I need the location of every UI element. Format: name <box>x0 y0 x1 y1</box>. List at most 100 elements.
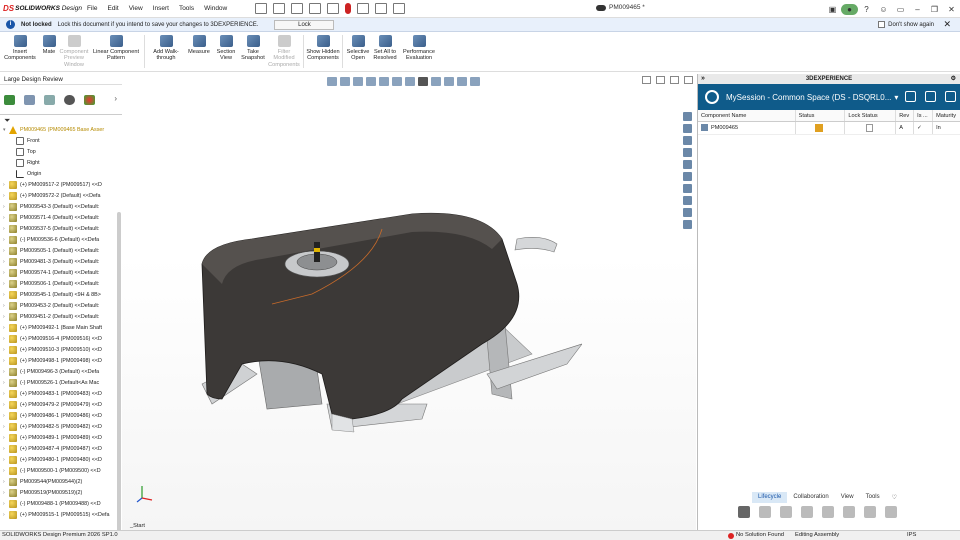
tree-item[interactable]: › PM009481-3 (Default) <<Default: <box>0 256 118 267</box>
tree-item[interactable]: › PM009574-1 (Default) <<Default: <box>0 267 118 278</box>
menu-icon[interactable] <box>945 91 956 102</box>
panel-settings-icon[interactable]: ⚙ <box>951 74 956 84</box>
tree-item[interactable]: › (-) PM009488-1 (PM009488) <<D <box>0 498 118 509</box>
session-selector[interactable]: MySession - Common Space (DS - DSQRL0... <box>726 93 891 102</box>
display-tab-icon[interactable] <box>84 94 95 105</box>
minimize-icon[interactable]: – <box>909 5 926 14</box>
tag-icon[interactable] <box>925 91 936 102</box>
tree-item[interactable]: › PM009506-1 (Default) <<Default: <box>0 278 118 289</box>
dynamic-annotation-icon[interactable] <box>379 77 389 86</box>
tree-item[interactable]: › PM009451-2 (Default) <<Default: <box>0 311 118 322</box>
tree-item[interactable]: › PM009519(PM009519)(2) <box>0 487 118 498</box>
featuremanager-tab-icon[interactable] <box>4 94 15 105</box>
tab-collaboration[interactable]: Collaboration <box>787 492 834 503</box>
tree-item[interactable]: › (+) PM009517-2 (PM009517) <<D <box>0 179 118 190</box>
design-library-icon[interactable] <box>683 124 692 133</box>
help-icon[interactable]: ? <box>858 5 875 14</box>
close-window-icon[interactable]: ✕ <box>943 5 960 14</box>
tree-item[interactable]: › PM009537-5 (Default) <<Default: <box>0 223 118 234</box>
lifecycle-open-icon[interactable] <box>738 506 750 518</box>
col-is[interactable]: Is ... <box>914 110 934 121</box>
measure-button[interactable]: Measure <box>185 32 213 71</box>
lifecycle-lock-icon[interactable] <box>822 506 834 518</box>
lifecycle-tree-icon[interactable] <box>843 506 855 518</box>
units-selector[interactable]: IPS <box>907 531 916 540</box>
new-document-icon[interactable] <box>291 3 304 14</box>
tree-item[interactable]: Top <box>0 146 118 157</box>
menu-view[interactable]: View <box>124 5 148 12</box>
notice-close-icon[interactable]: ✕ <box>943 19 951 30</box>
user-avatar[interactable]: ● <box>841 3 858 15</box>
lock-button[interactable]: Lock <box>274 19 335 30</box>
dont-show-again[interactable]: Don't show again <box>878 21 934 28</box>
viewport-tile-icon[interactable] <box>656 76 665 84</box>
tree-item[interactable]: › (+) PM009510-3 (PM009510) <<D <box>0 344 118 355</box>
configuration-tab-icon[interactable] <box>44 94 55 105</box>
layout-icon[interactable]: ▭ <box>892 5 909 14</box>
tree-item[interactable]: › (-) PM009500-1 (PM009500) <<D <box>0 465 118 476</box>
table-row[interactable]: PM009465 A ✓ In <box>698 122 960 135</box>
lifecycle-save-icon[interactable] <box>759 506 771 518</box>
select-icon[interactable] <box>393 3 406 14</box>
tree-item[interactable]: › PM009544(PM009544)(2) <box>0 476 118 487</box>
tree-item[interactable]: › (+) PM009479-2 (PM009479) <<D <box>0 399 118 410</box>
section-view-button[interactable]: Section View <box>213 32 239 71</box>
heart-icon[interactable]: ♡ <box>886 492 903 503</box>
dont-show-checkbox[interactable] <box>878 21 886 28</box>
graphics-area[interactable]: _Start <box>122 74 696 530</box>
previous-view-icon[interactable] <box>353 77 363 86</box>
tab-tools[interactable]: Tools <box>860 492 886 503</box>
3dexperience-logo-icon[interactable] <box>705 90 719 104</box>
take-snapshot-button[interactable]: Take Snapshot <box>239 32 267 71</box>
tree-item[interactable]: › PM009543-3 (Default) <<Default: <box>0 201 118 212</box>
tree-scrollbar[interactable] <box>117 212 121 540</box>
section-view-icon[interactable] <box>366 77 376 86</box>
dimxpert-tab-icon[interactable] <box>64 94 75 105</box>
restore-icon[interactable]: ❐ <box>926 5 943 14</box>
tree-item[interactable]: › PM009545-1 (Default) <9H & 8B> <box>0 289 118 300</box>
tree-item[interactable]: Front <box>0 135 118 146</box>
view-orientation-icon[interactable] <box>392 77 402 86</box>
edit-appearance-icon[interactable] <box>431 77 441 86</box>
tree-item[interactable]: › (-) PM009496-3 (Default) <<Defa <box>0 366 118 377</box>
tree-item[interactable]: › (+) PM009516-4 (PM009516) <<D <box>0 333 118 344</box>
tree-item[interactable]: › (+) PM009515-1 (PM009515) <<Defa <box>0 509 118 520</box>
zoom-area-icon[interactable] <box>340 77 350 86</box>
lifecycle-settings-icon[interactable] <box>885 506 897 518</box>
tree-item[interactable]: Right <box>0 157 118 168</box>
monitor-icon[interactable] <box>470 77 480 86</box>
menu-file[interactable]: File <box>82 5 102 12</box>
tab-view[interactable]: View <box>835 492 860 503</box>
tree-item[interactable]: › (+) PM009487-4 (PM009487) <<D <box>0 443 118 454</box>
marketplace-icon[interactable] <box>683 220 692 229</box>
tree-item[interactable]: › (+) PM009486-1 (PM009486) <<D <box>0 410 118 421</box>
tree-item[interactable]: › (-) PM009526-1 (Default<As Mac <box>0 377 118 388</box>
3dexperience-tab-icon[interactable] <box>683 112 692 121</box>
solution-status[interactable]: No Solution Found <box>728 531 784 540</box>
insert-components-button[interactable]: Insert Components <box>0 32 40 71</box>
tab-lifecycle[interactable]: Lifecycle <box>752 492 788 503</box>
menu-edit[interactable]: Edit <box>102 5 123 12</box>
open-icon[interactable] <box>309 3 322 14</box>
lifecycle-structure-icon[interactable] <box>864 506 876 518</box>
mate-button[interactable]: Mate <box>40 32 58 71</box>
filter-modified-button[interactable]: Filter Modified Components <box>267 32 301 71</box>
lifecycle-refresh-icon[interactable] <box>801 506 813 518</box>
tree-item[interactable]: › (+) PM009480-1 (PM009480) <<D <box>0 454 118 465</box>
viewport-maximize-icon[interactable] <box>670 76 679 84</box>
menu-insert[interactable]: Insert <box>148 5 174 12</box>
col-lock-status[interactable]: Lock Status <box>845 110 897 121</box>
zoom-fit-icon[interactable] <box>327 77 337 86</box>
show-hidden-button[interactable]: Show Hidden Components <box>306 32 340 71</box>
component-preview-button[interactable]: Component Preview Window <box>58 32 90 71</box>
pin-icon[interactable] <box>255 3 268 14</box>
lifecycle-search-icon[interactable] <box>780 506 792 518</box>
custom-properties-icon[interactable] <box>683 172 692 181</box>
selective-open-button[interactable]: Selective Open <box>345 32 371 71</box>
tree-item[interactable]: › PM009571-4 (Default) <<Default: <box>0 212 118 223</box>
forum-icon[interactable] <box>683 196 692 205</box>
tree-item[interactable]: › (+) PM009483-1 (PM009483) <<D <box>0 388 118 399</box>
options-icon[interactable] <box>357 3 370 14</box>
hide-show-icon[interactable] <box>418 77 428 86</box>
tree-item[interactable]: › PM009505-1 (Default) <<Default: <box>0 245 118 256</box>
